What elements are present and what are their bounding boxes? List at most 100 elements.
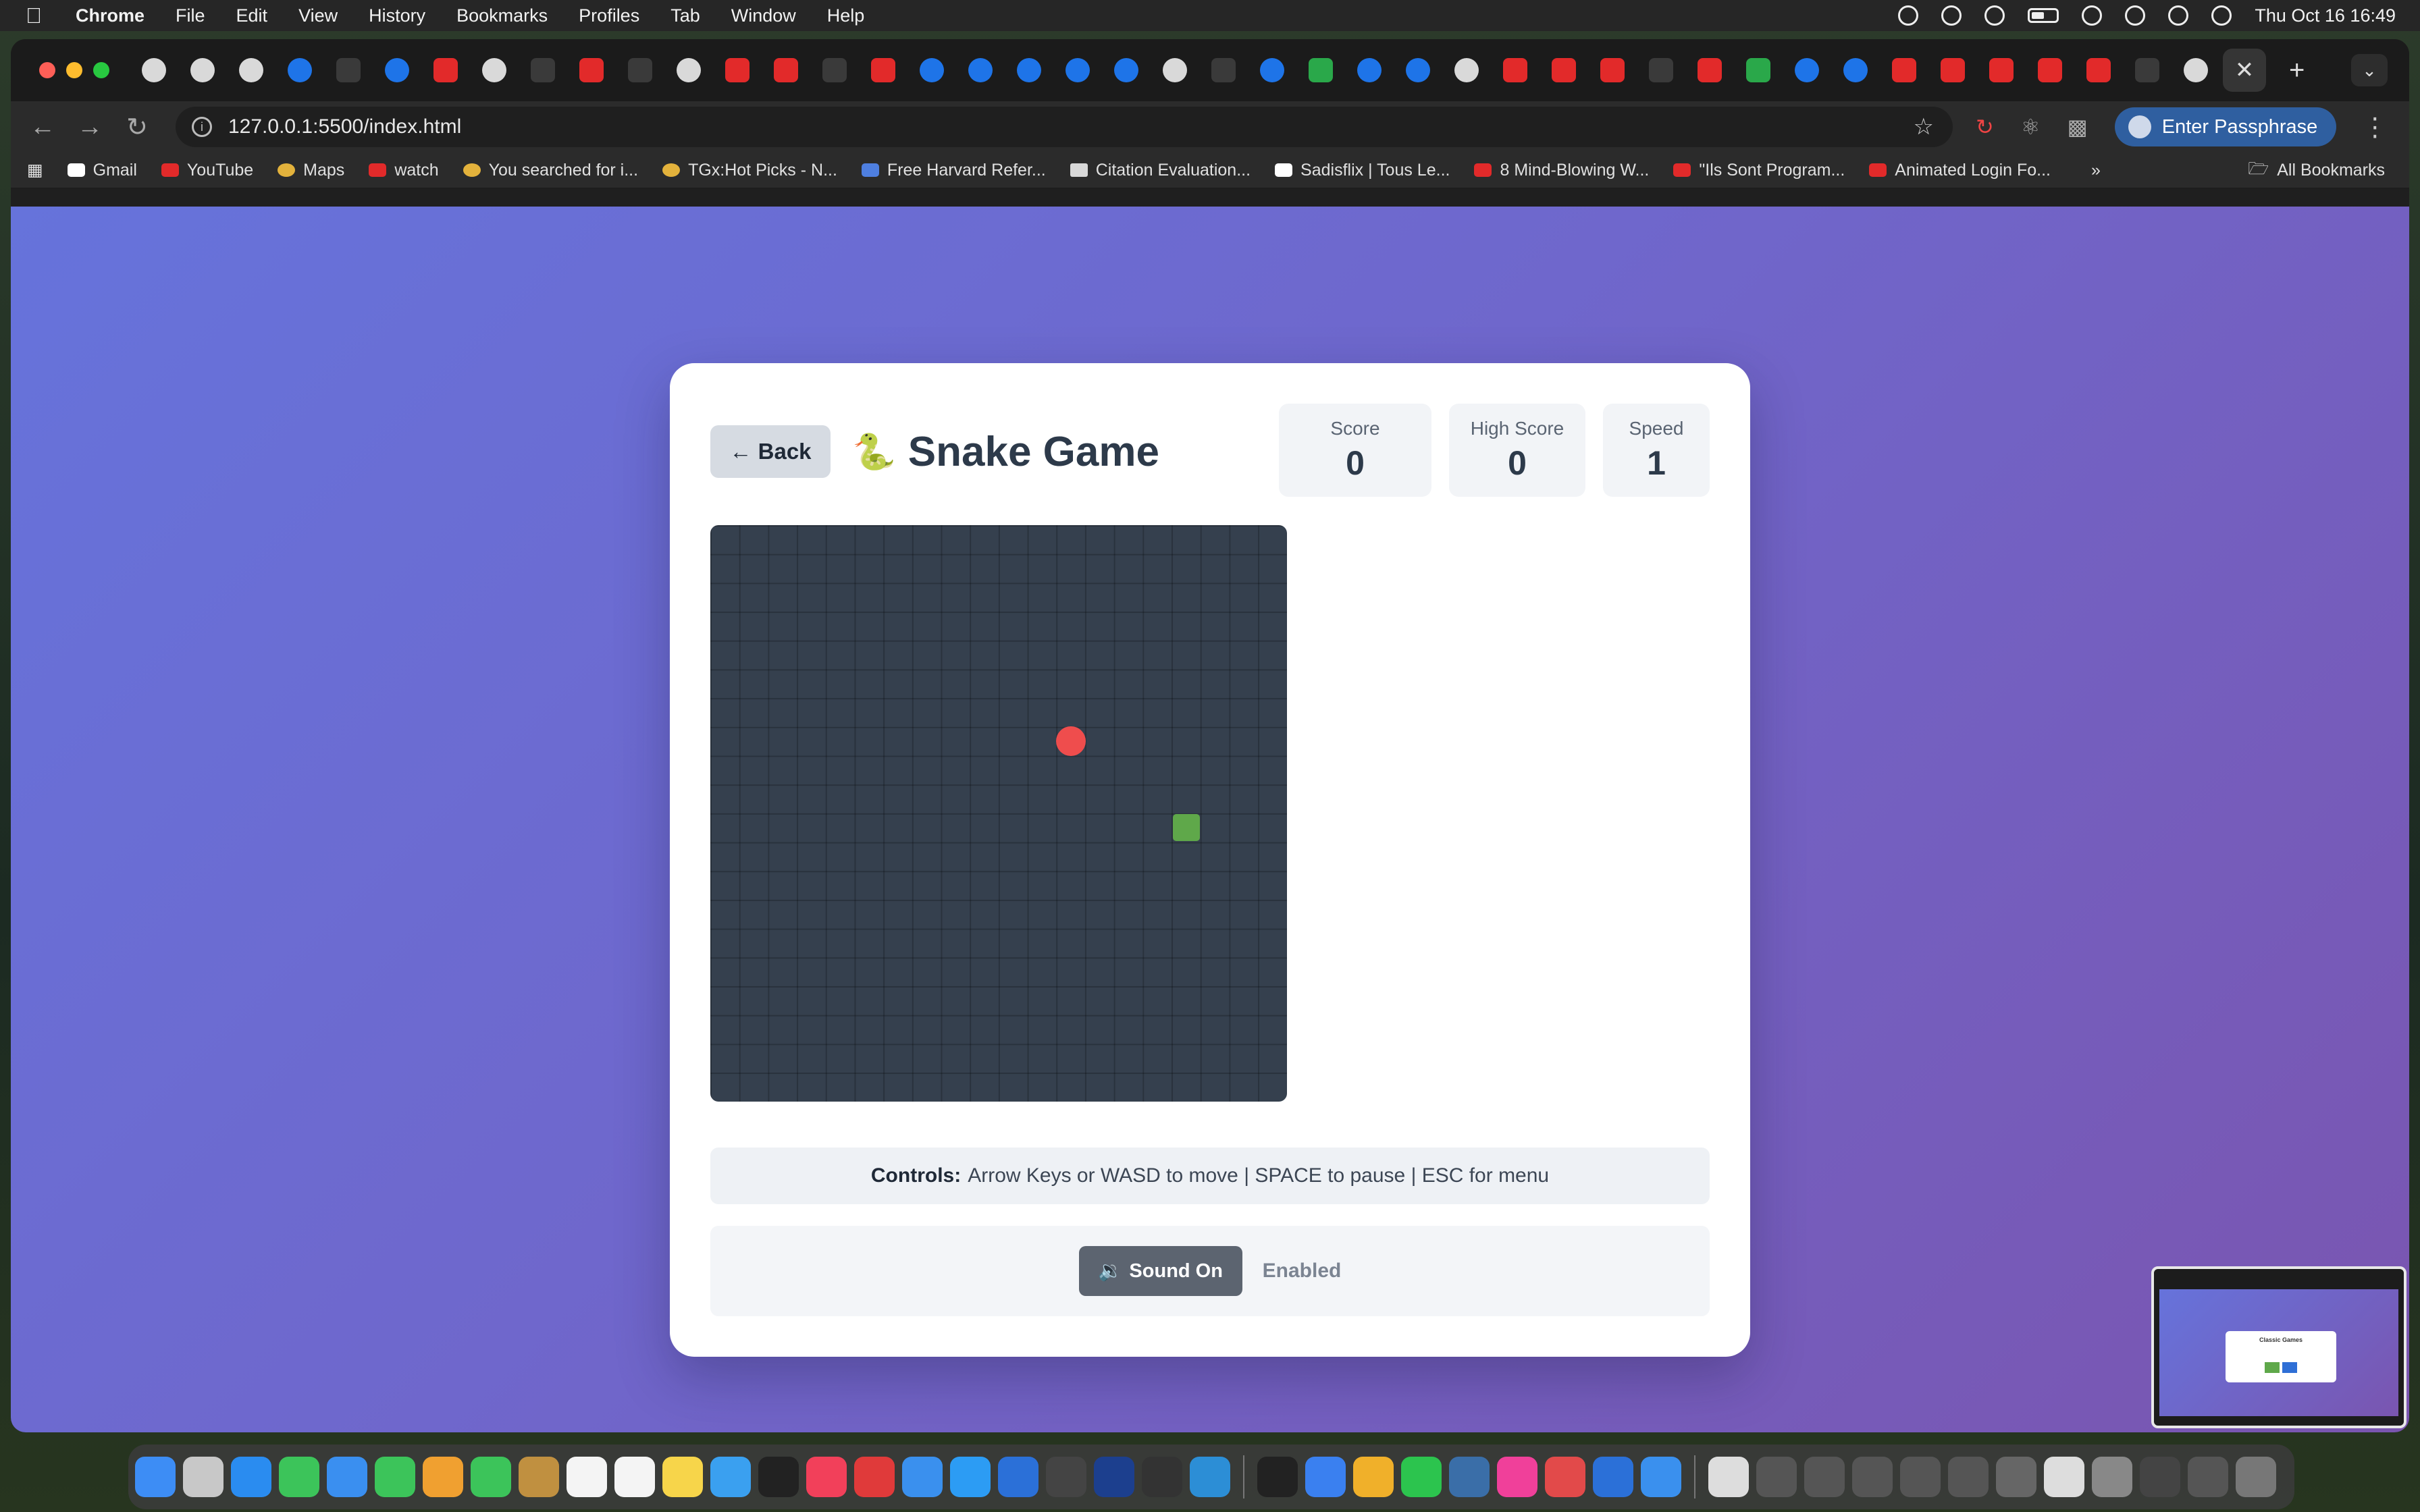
- tab-favicon-icon[interactable]: [1989, 58, 2014, 82]
- address-bar[interactable]: i 127.0.0.1:5500/index.html ☆: [176, 107, 1953, 147]
- bookmark-item[interactable]: watch: [369, 161, 439, 180]
- tab-favicon-icon[interactable]: [1503, 58, 1527, 82]
- tab-favicon-icon[interactable]: [531, 58, 555, 82]
- bookmark-item[interactable]: TGx:Hot Picks - N...: [662, 161, 837, 180]
- bookmark-item[interactable]: 8 Mind-Blowing W...: [1474, 161, 1649, 180]
- dock-window-thumbnail[interactable]: [1948, 1457, 1989, 1497]
- tab-favicon-icon[interactable]: [1357, 58, 1382, 82]
- dock-app-icon[interactable]: [1449, 1457, 1490, 1497]
- close-window-button[interactable]: [39, 62, 55, 78]
- tab-favicon-icon[interactable]: [628, 58, 652, 82]
- dock-window-thumbnail[interactable]: [2092, 1457, 2132, 1497]
- bookmark-item[interactable]: YouTube: [161, 161, 253, 180]
- tab-favicon-icon[interactable]: [2135, 58, 2159, 82]
- tab-favicon-icon[interactable]: [385, 58, 409, 82]
- tab-favicon-icon[interactable]: [1406, 58, 1430, 82]
- tab-favicon-icon[interactable]: [336, 58, 361, 82]
- browser-menu-kebab-icon[interactable]: ⋮: [2362, 112, 2388, 142]
- tab-favicon-icon[interactable]: [1454, 58, 1479, 82]
- tab-favicon-icon[interactable]: [1698, 58, 1722, 82]
- tab-favicon-icon[interactable]: [2086, 58, 2111, 82]
- menu-tab[interactable]: Tab: [670, 5, 700, 26]
- dock-window-thumbnail[interactable]: [1852, 1457, 1893, 1497]
- tab-favicon-icon[interactable]: [1066, 58, 1090, 82]
- dock-app-icon[interactable]: [662, 1457, 703, 1497]
- game-board[interactable]: [710, 525, 1287, 1102]
- dock-app-icon[interactable]: [519, 1457, 559, 1497]
- dock-app-icon[interactable]: [231, 1457, 271, 1497]
- dock-app-icon[interactable]: [183, 1457, 223, 1497]
- tab-favicon-icon[interactable]: [1017, 58, 1041, 82]
- minimize-window-button[interactable]: [66, 62, 82, 78]
- dock-app-icon[interactable]: [423, 1457, 463, 1497]
- bookmark-star-icon[interactable]: ☆: [1914, 113, 1934, 140]
- tab-favicon-icon[interactable]: [142, 58, 166, 82]
- menu-bookmarks[interactable]: Bookmarks: [456, 5, 548, 26]
- tab-favicon-icon[interactable]: [677, 58, 701, 82]
- dock-app-icon[interactable]: [1142, 1457, 1182, 1497]
- tab-favicon-icon[interactable]: [822, 58, 847, 82]
- dock-app-icon[interactable]: [327, 1457, 367, 1497]
- bookmark-item[interactable]: Maps: [278, 161, 344, 180]
- sound-toggle-button[interactable]: 🔉 Sound On: [1078, 1246, 1242, 1296]
- address-bar-url[interactable]: 127.0.0.1:5500/index.html: [228, 115, 461, 138]
- tab-favicon-icon[interactable]: [1260, 58, 1284, 82]
- control-center-icon[interactable]: [2168, 5, 2189, 26]
- dock-app-icon[interactable]: [758, 1457, 799, 1497]
- menu-view[interactable]: View: [298, 5, 338, 26]
- screen-preview-thumbnail[interactable]: Classic Games: [2151, 1266, 2406, 1428]
- dock-window-thumbnail[interactable]: [2044, 1457, 2084, 1497]
- tab-favicon-icon[interactable]: [2184, 58, 2208, 82]
- wifi-icon[interactable]: [2082, 5, 2103, 26]
- figma-status-icon[interactable]: [1941, 5, 1962, 26]
- dock-app-icon[interactable]: [1190, 1457, 1230, 1497]
- bookmarks-overflow-chevron-icon[interactable]: »: [2091, 161, 2101, 180]
- bookmark-item[interactable]: Free Harvard Refer...: [861, 161, 1046, 180]
- dock-window-thumbnail[interactable]: [1708, 1457, 1749, 1497]
- forward-arrow-icon[interactable]: →: [74, 113, 105, 142]
- dock-app-icon[interactable]: [1641, 1457, 1681, 1497]
- dock-app-icon[interactable]: [1593, 1457, 1633, 1497]
- bookmark-item[interactable]: Citation Evaluation...: [1070, 161, 1251, 180]
- menu-window[interactable]: Window: [731, 5, 796, 26]
- dock-window-thumbnail[interactable]: [1756, 1457, 1797, 1497]
- dock-app-icon[interactable]: [1353, 1457, 1394, 1497]
- tab-favicon-icon[interactable]: [433, 58, 458, 82]
- menubar-clock[interactable]: Thu Oct 16 16:49: [2255, 5, 2396, 26]
- tab-favicon-icon[interactable]: [1843, 58, 1868, 82]
- enter-passphrase-button[interactable]: Enter Passphrase: [2114, 107, 2337, 146]
- refresh-extension-icon[interactable]: ↻: [1976, 114, 1994, 140]
- bookmark-item[interactable]: Gmail: [67, 161, 137, 180]
- tab-favicon-icon[interactable]: [774, 58, 798, 82]
- tab-favicon-icon[interactable]: [579, 58, 604, 82]
- tab-search-chevron-icon[interactable]: ⌄: [2351, 54, 2388, 86]
- dock-app-icon[interactable]: [135, 1457, 176, 1497]
- dock-app-icon[interactable]: [279, 1457, 319, 1497]
- dock-app-icon[interactable]: [375, 1457, 415, 1497]
- apps-grid-icon[interactable]: ▦: [27, 160, 43, 180]
- tab-favicon-icon[interactable]: [1649, 58, 1673, 82]
- tab-favicon-icon[interactable]: [1600, 58, 1625, 82]
- dock-app-icon[interactable]: [998, 1457, 1038, 1497]
- tab-favicon-icon[interactable]: [1552, 58, 1576, 82]
- bookmark-item[interactable]: Sadisflix | Tous Le...: [1275, 161, 1450, 180]
- dock-app-icon[interactable]: [1257, 1457, 1298, 1497]
- tab-favicon-icon[interactable]: [1892, 58, 1916, 82]
- react-devtools-icon[interactable]: ⚛: [2021, 114, 2041, 140]
- tab-favicon-icon[interactable]: [2038, 58, 2062, 82]
- tab-favicon-icon[interactable]: [1309, 58, 1333, 82]
- tab-favicon-icon[interactable]: [190, 58, 215, 82]
- dock-app-icon[interactable]: [471, 1457, 511, 1497]
- dock-window-thumbnail[interactable]: [2236, 1457, 2276, 1497]
- dock-app-icon[interactable]: [950, 1457, 991, 1497]
- all-bookmarks-folder[interactable]: 🗁 All Bookmarks: [2248, 156, 2385, 185]
- tab-favicon-icon[interactable]: [1211, 58, 1236, 82]
- tab-favicon-icon[interactable]: [482, 58, 506, 82]
- bookmark-item[interactable]: You searched for i...: [463, 161, 638, 180]
- dock-app-icon[interactable]: [806, 1457, 847, 1497]
- menu-help[interactable]: Help: [827, 5, 865, 26]
- dock-app-icon[interactable]: [854, 1457, 895, 1497]
- play-status-icon[interactable]: [1984, 5, 2005, 26]
- back-arrow-icon[interactable]: ←: [27, 113, 58, 142]
- bookmark-item[interactable]: Animated Login Fo...: [1869, 161, 2051, 180]
